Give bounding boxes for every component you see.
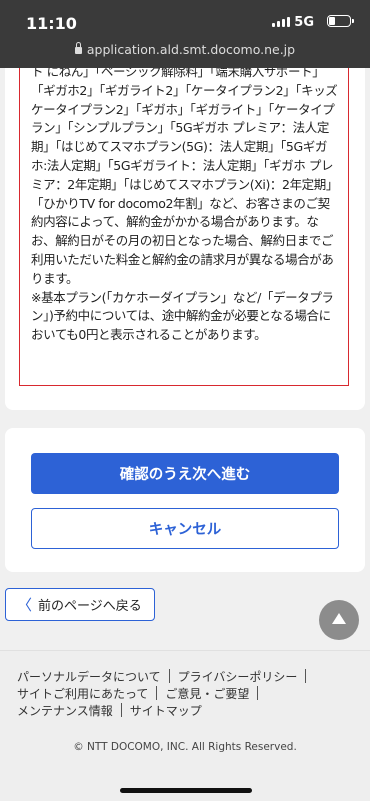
battery-icon (327, 15, 354, 27)
status-time: 11:10 (26, 14, 77, 33)
scroll-to-top-icon[interactable] (319, 600, 359, 640)
url-text: application.ald.smt.docomo.ne.jp (86, 42, 296, 57)
lock-icon (74, 42, 82, 54)
footer-link-personal-data[interactable]: パーソナルデータについて (11, 670, 167, 684)
footer-link-privacy[interactable]: プライバシーポリシー (172, 670, 304, 684)
footer-link-maintenance[interactable]: メンテナンス情報 (11, 704, 119, 718)
footer-divider (257, 686, 259, 700)
footer: パーソナルデータについて プライバシーポリシー サイトご利用にあたって ご意見・ご要… (0, 650, 370, 801)
back-label: 前のページへ戻る (38, 599, 142, 614)
copyright: © NTT DOCOMO, INC. All Rights Reserved. (73, 741, 297, 753)
footer-divider (120, 703, 122, 717)
back-button[interactable]: 〈前のページへ戻る (5, 588, 155, 621)
footer-divider (305, 669, 307, 683)
cancel-button[interactable]: キャンセル (31, 508, 339, 549)
confirm-next-button[interactable]: 確認のうえ次へ進む (31, 453, 339, 494)
notice-text: ト にねん」「ベーシック解除料」「端末購入サポート」「ギガホ2」「ギガライト2」… (31, 68, 338, 343)
cancellation-notice: ト にねん」「ベーシック解除料」「端末購入サポート」「ギガホ2」「ギガライト2」… (19, 68, 349, 386)
signal-icon (272, 17, 290, 27)
footer-link-site-terms[interactable]: サイトご利用にあたって (11, 687, 154, 701)
chevron-left-icon: 〈 (17, 596, 33, 614)
action-card (5, 428, 365, 572)
footer-divider (168, 669, 170, 683)
footer-link-feedback[interactable]: ご意見・ご要望 (159, 687, 255, 701)
footer-divider (156, 686, 158, 700)
home-indicator (120, 788, 252, 793)
network-type: 5G (294, 15, 314, 30)
address-bar[interactable]: application.ald.smt.docomo.ne.jp (0, 42, 370, 57)
status-bar: 11:10 5G application.ald.smt.docomo.ne.j… (0, 0, 370, 68)
footer-link-sitemap[interactable]: サイトマップ (124, 704, 208, 718)
